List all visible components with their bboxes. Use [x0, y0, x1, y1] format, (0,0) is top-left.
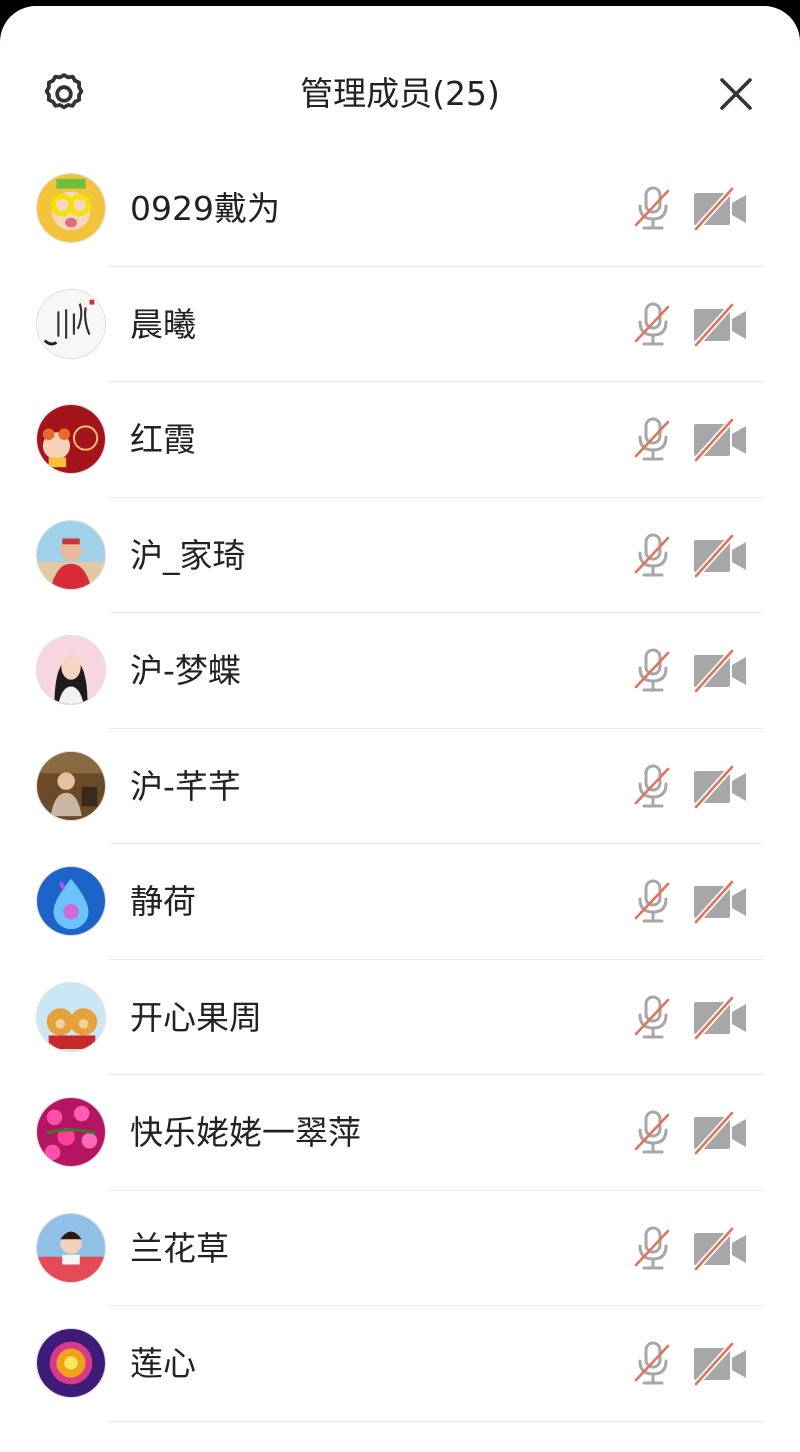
row-divider	[108, 1420, 764, 1422]
mic-muted-icon	[634, 417, 670, 461]
member-row[interactable]: 晨曦	[0, 267, 800, 382]
camera-off-icon	[693, 1341, 746, 1387]
avatar	[36, 404, 106, 474]
avatar	[36, 1328, 106, 1398]
member-row[interactable]: 0929戴为	[0, 151, 800, 267]
camera-toggle-button[interactable]	[692, 648, 750, 694]
camera-off-icon	[693, 417, 746, 463]
avatar	[36, 519, 106, 590]
member-management-sheet: 管理成员(25) 0929戴为 晨曦红霞沪_家琦沪-梦蝶沪-芊芊静荷开心果周快乐姥…	[0, 6, 800, 1452]
camera-off-icon	[693, 533, 746, 578]
avatar	[36, 173, 106, 243]
member-row[interactable]: 兰花草	[0, 1191, 800, 1306]
member-row[interactable]: 沪-梦蝶	[0, 613, 800, 729]
member-name: 沪-梦蝶	[130, 651, 241, 690]
page-title: 管理成员(25)	[300, 74, 500, 113]
member-row[interactable]: 快乐姥姥一翠萍	[0, 1075, 800, 1191]
member-row[interactable]: 红霞	[0, 382, 800, 498]
avatar	[36, 288, 106, 359]
mic-muted-icon	[634, 879, 670, 923]
avatar	[36, 635, 106, 705]
camera-off-icon	[693, 1110, 746, 1156]
member-name: 沪_家琦	[130, 535, 246, 575]
member-name: 晨曦	[130, 304, 196, 344]
mic-muted-icon	[634, 1110, 670, 1154]
mic-toggle-button[interactable]	[630, 1340, 676, 1388]
member-name: 开心果周	[130, 997, 262, 1037]
camera-toggle-button[interactable]	[692, 1110, 750, 1156]
member-row[interactable]: 沪-芊芊	[0, 729, 800, 844]
mic-muted-icon	[634, 764, 670, 807]
member-name: 兰花草	[130, 1228, 229, 1268]
member-name: 沪-芊芊	[130, 766, 241, 806]
camera-off-icon	[693, 648, 746, 694]
member-name: 红霞	[130, 420, 196, 459]
mic-toggle-button[interactable]	[630, 301, 676, 349]
mic-muted-icon	[634, 995, 670, 1038]
mic-muted-icon	[634, 302, 670, 345]
close-icon	[720, 78, 752, 110]
member-row[interactable]: 静荷	[0, 844, 800, 960]
member-list: 0929戴为 晨曦红霞沪_家琦沪-梦蝶沪-芊芊静荷开心果周快乐姥姥一翠萍 兰花草莲心	[0, 151, 800, 1422]
camera-toggle-button[interactable]	[692, 533, 750, 578]
mic-toggle-button[interactable]	[630, 994, 676, 1042]
camera-toggle-button[interactable]	[692, 995, 750, 1040]
member-row[interactable]: 莲心	[0, 1306, 800, 1422]
member-row[interactable]: 沪_家琦	[0, 498, 800, 613]
camera-toggle-button[interactable]	[692, 302, 750, 347]
mic-toggle-button[interactable]	[630, 647, 676, 695]
mic-toggle-button[interactable]	[630, 878, 676, 926]
mic-toggle-button[interactable]	[630, 185, 676, 233]
mic-muted-icon	[634, 1341, 670, 1385]
member-name: 0929戴为	[130, 189, 280, 228]
member-row[interactable]: 开心果周	[0, 960, 800, 1075]
camera-toggle-button[interactable]	[692, 1226, 750, 1271]
mic-muted-icon	[634, 186, 670, 230]
camera-off-icon	[693, 764, 746, 809]
mic-muted-icon	[634, 648, 670, 692]
avatar	[36, 1097, 106, 1167]
mic-toggle-button[interactable]	[630, 416, 676, 464]
camera-toggle-button[interactable]	[692, 417, 750, 463]
avatar	[36, 1212, 106, 1283]
close-button[interactable]	[708, 66, 764, 122]
avatar	[36, 981, 106, 1052]
header: 管理成员(25)	[0, 6, 800, 156]
mic-toggle-button[interactable]	[630, 1225, 676, 1273]
mic-muted-icon	[634, 533, 670, 576]
camera-toggle-button[interactable]	[692, 186, 750, 232]
mic-toggle-button[interactable]	[630, 763, 676, 811]
camera-toggle-button[interactable]	[692, 879, 750, 925]
camera-off-icon	[693, 1226, 746, 1271]
camera-toggle-button[interactable]	[692, 1341, 750, 1387]
mic-toggle-button[interactable]	[630, 532, 676, 580]
camera-off-icon	[693, 186, 746, 232]
mic-toggle-button[interactable]	[630, 1109, 676, 1157]
camera-toggle-button[interactable]	[692, 764, 750, 809]
avatar	[36, 866, 106, 936]
camera-off-icon	[693, 995, 746, 1040]
camera-off-icon	[693, 302, 746, 347]
member-name: 静荷	[130, 882, 196, 921]
avatar	[36, 750, 106, 821]
camera-off-icon	[693, 879, 746, 925]
mic-muted-icon	[634, 1226, 670, 1269]
member-name: 快乐姥姥一翠萍	[130, 1113, 361, 1152]
member-name: 莲心	[130, 1344, 196, 1383]
